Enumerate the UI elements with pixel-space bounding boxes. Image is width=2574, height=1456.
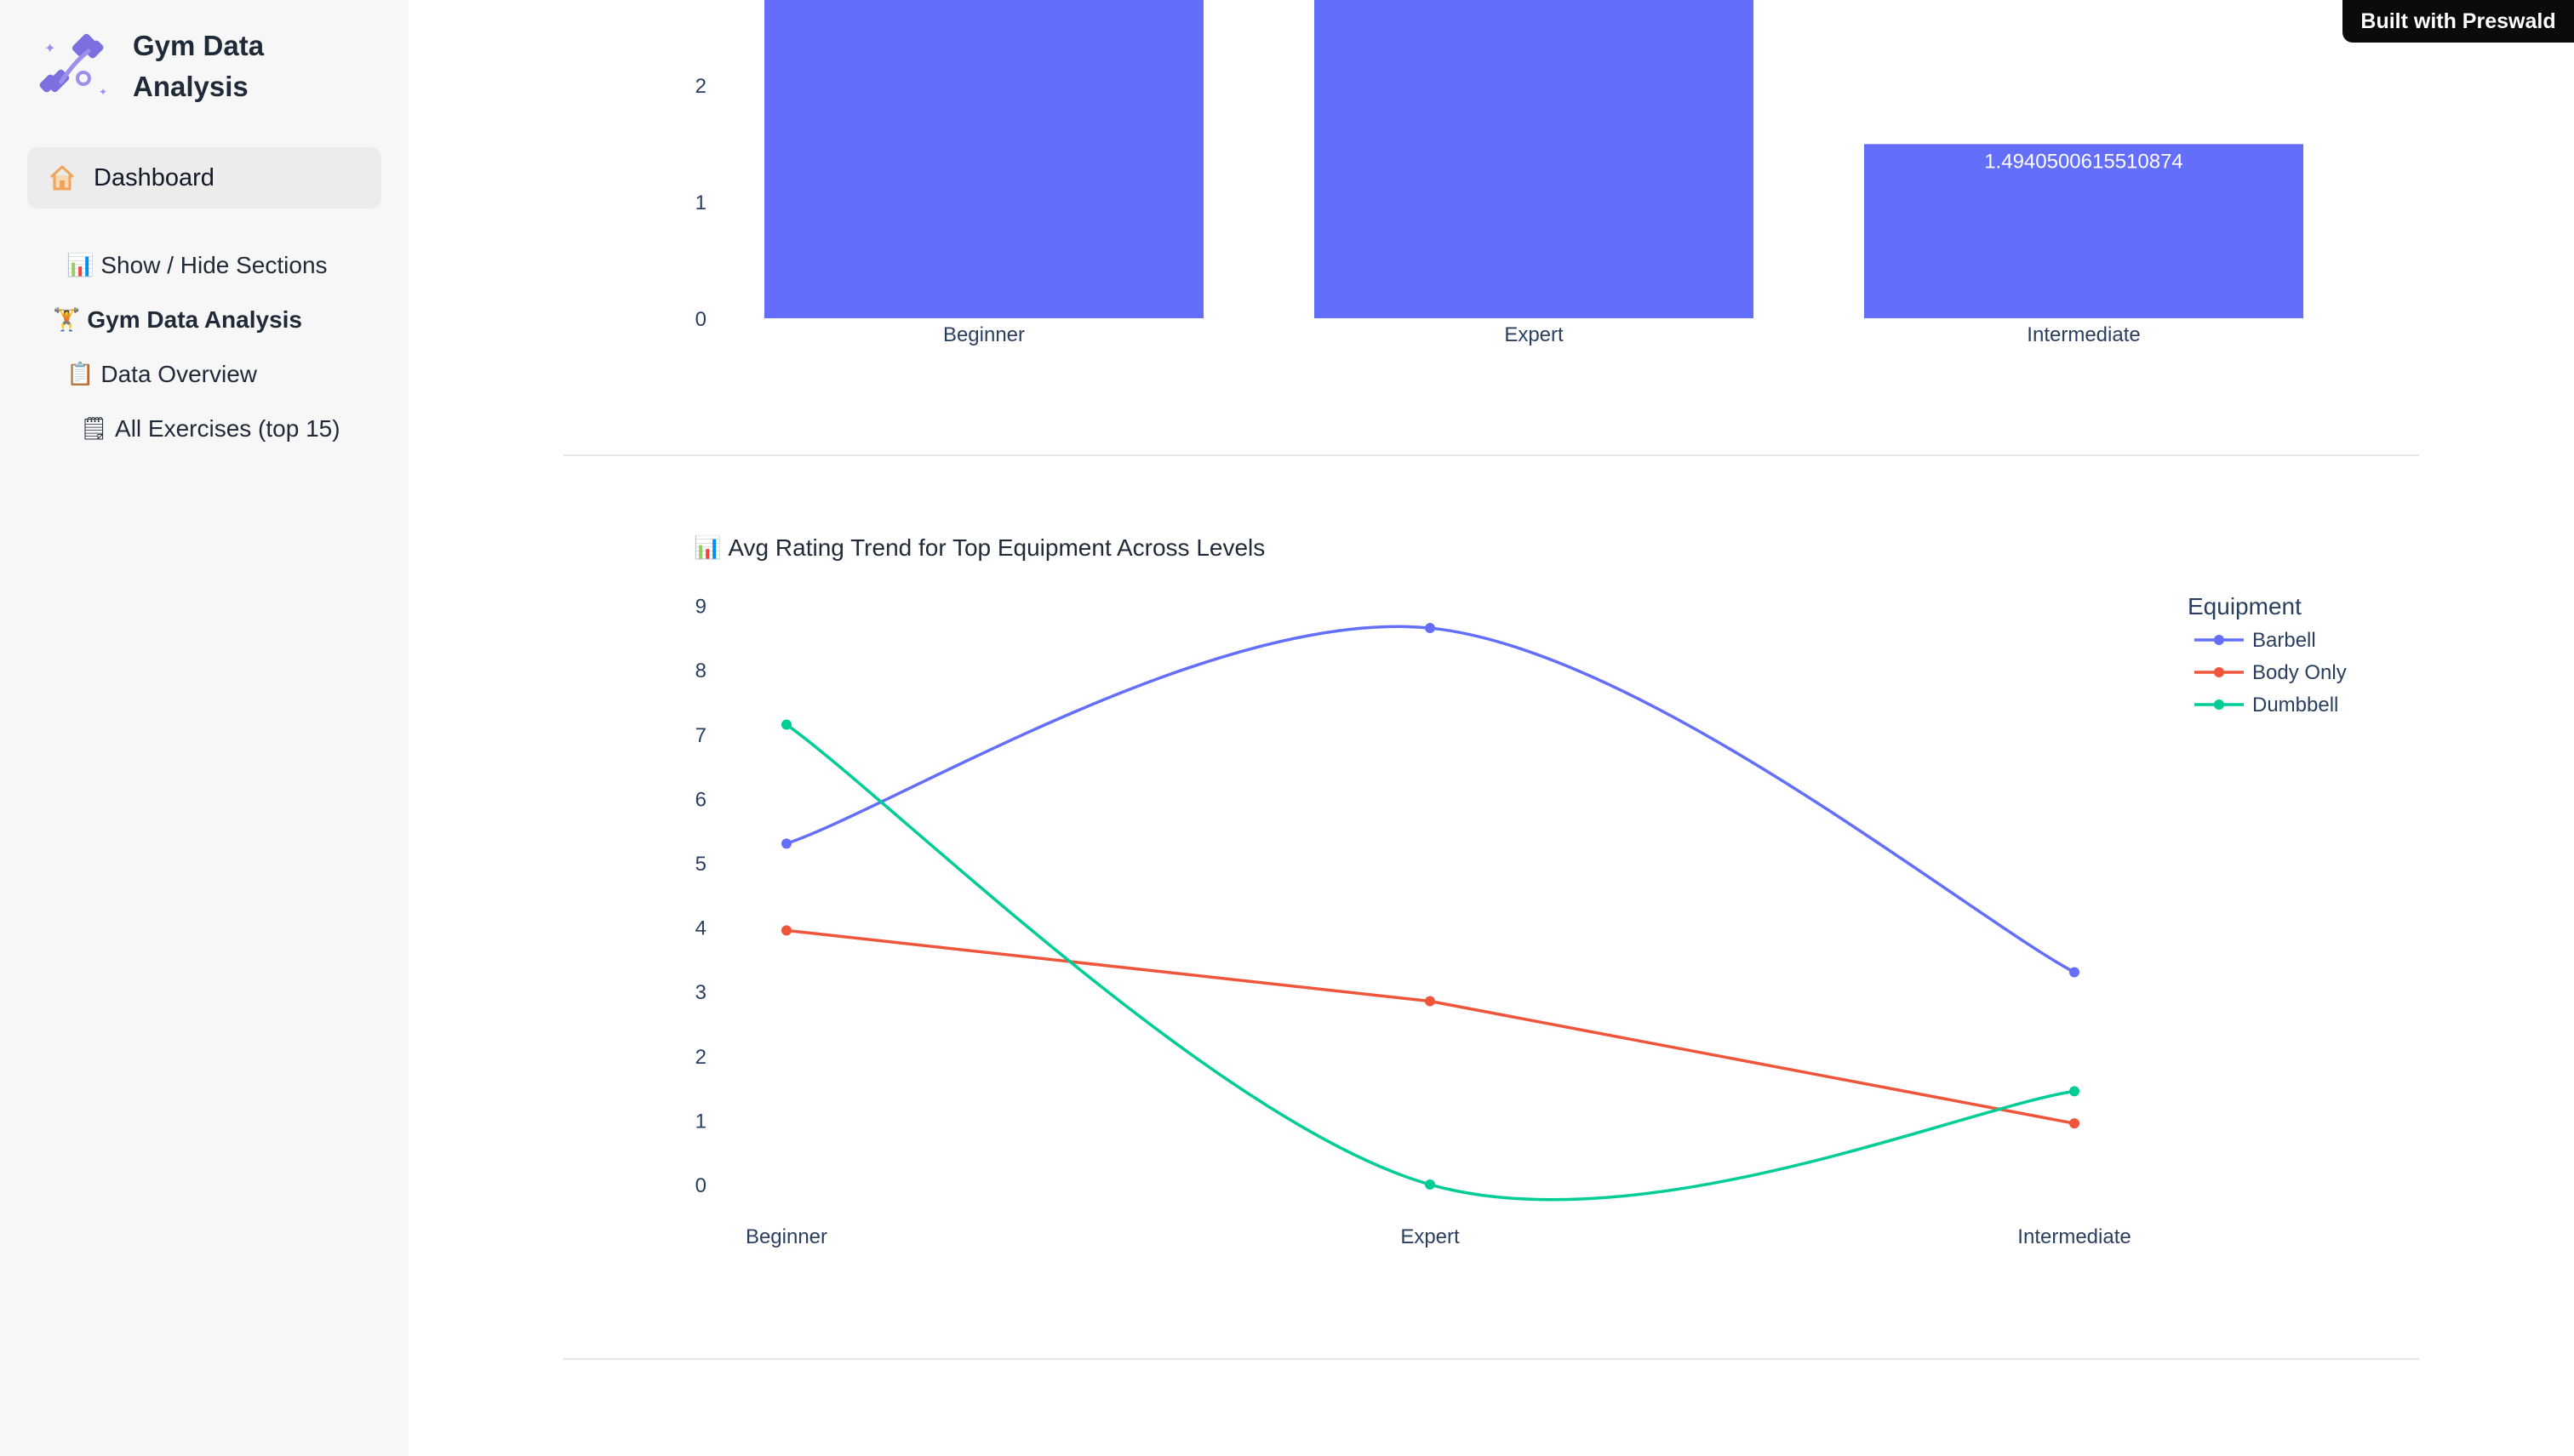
toc-gym-data-analysis[interactable]: 🏋 Gym Data Analysis — [53, 306, 302, 334]
toc-all-exercises[interactable]: 🗒 All Exercises (top 15) — [80, 415, 340, 443]
data-point — [1425, 996, 1435, 1007]
home-icon — [49, 165, 75, 191]
data-point — [1425, 623, 1435, 634]
nav-dashboard[interactable]: Dashboard — [27, 147, 381, 208]
toc-show-hide-sections[interactable]: 📊 Show / Hide Sections — [66, 252, 328, 279]
notepad-icon: 🗒 — [80, 416, 109, 442]
legend-marker — [2214, 635, 2224, 645]
line-chart-title: 📊 Avg Rating Trend for Top Equipment Acr… — [694, 534, 1265, 562]
x-tick-label: Intermediate — [2027, 323, 2140, 346]
toc-label: All Exercises (top 15) — [115, 415, 340, 442]
legend-label: Body Only — [2252, 661, 2347, 684]
y-tick-label: 9 — [695, 596, 706, 619]
x-tick-label: Beginner — [746, 1225, 827, 1248]
data-point — [781, 838, 792, 849]
bar-data-label: 1.4940500615510874 — [1984, 150, 2183, 173]
series-line — [786, 928, 2075, 1125]
data-point — [781, 925, 792, 936]
y-tick-label: 3 — [695, 981, 706, 1004]
line-chart: 0 1 2 3 4 5 6 7 8 9 Beginner Expert Intermediate Equi… — [695, 593, 2347, 1248]
svg-text:✦: ✦ — [99, 86, 107, 98]
bar-chart-icon: 📊 — [66, 253, 94, 278]
bar-chart: 0 1 2 Beginner Expert Intermediate 1.494050061… — [695, 0, 2303, 346]
y-tick-label: 2 — [695, 1046, 706, 1069]
y-tick-label: 1 — [695, 191, 706, 214]
legend-label: Barbell — [2252, 629, 2316, 652]
legend-marker — [2214, 667, 2224, 677]
line-chart-title-text: Avg Rating Trend for Top Equipment Acros… — [728, 534, 1266, 561]
legend-title: Equipment — [2188, 593, 2302, 620]
toc-label: Show / Hide Sections — [100, 252, 328, 278]
app-title: Gym Data Analysis — [133, 30, 265, 102]
legend-label: Dumbbell — [2252, 694, 2338, 717]
x-tick-label: Intermediate — [2017, 1225, 2131, 1248]
series-line — [786, 625, 2075, 974]
toc-label: Data Overview — [100, 361, 257, 387]
bar-chart-icon: 📊 — [694, 535, 722, 561]
legend-marker — [2214, 699, 2224, 710]
data-point — [2069, 1086, 2079, 1097]
y-tick-label: 1 — [695, 1110, 706, 1133]
y-tick-label: 2 — [695, 75, 706, 98]
dumbbell-logo-icon: ✦ ✦ — [39, 33, 107, 98]
section-divider — [563, 1358, 2419, 1360]
toc-data-overview[interactable]: 📋 Data Overview — [66, 361, 257, 388]
y-tick-label: 4 — [695, 917, 706, 940]
section-divider — [563, 454, 2419, 456]
data-point — [2069, 967, 2079, 978]
x-tick-label: Beginner — [943, 323, 1025, 346]
sidebar: ✦ ✦ Gym Data Analysis Dashboard 📊 Show /… — [0, 0, 409, 1456]
y-tick-label: 5 — [695, 853, 706, 876]
data-point — [1425, 1179, 1435, 1190]
y-tick-label: 6 — [695, 788, 706, 811]
clipboard-icon: 📋 — [66, 362, 94, 387]
brand[interactable]: ✦ ✦ Gym Data Analysis — [36, 26, 303, 107]
y-tick-label: 0 — [695, 308, 706, 331]
bar — [764, 0, 1204, 318]
data-point — [2069, 1118, 2079, 1129]
y-tick-label: 7 — [695, 724, 706, 747]
nav-dashboard-label: Dashboard — [94, 163, 214, 191]
x-tick-label: Expert — [1504, 323, 1564, 346]
x-tick-label: Expert — [1400, 1225, 1460, 1248]
y-tick-label: 0 — [695, 1174, 706, 1197]
bar — [1314, 0, 1753, 318]
y-tick-label: 8 — [695, 659, 706, 682]
svg-text:✦: ✦ — [44, 42, 55, 56]
toc-label: Gym Data Analysis — [87, 306, 303, 333]
preswald-badge[interactable]: Built with Preswald — [2342, 0, 2574, 43]
weightlifter-icon: 🏋 — [53, 307, 81, 333]
data-point — [781, 719, 792, 730]
series-line — [785, 723, 2075, 1202]
